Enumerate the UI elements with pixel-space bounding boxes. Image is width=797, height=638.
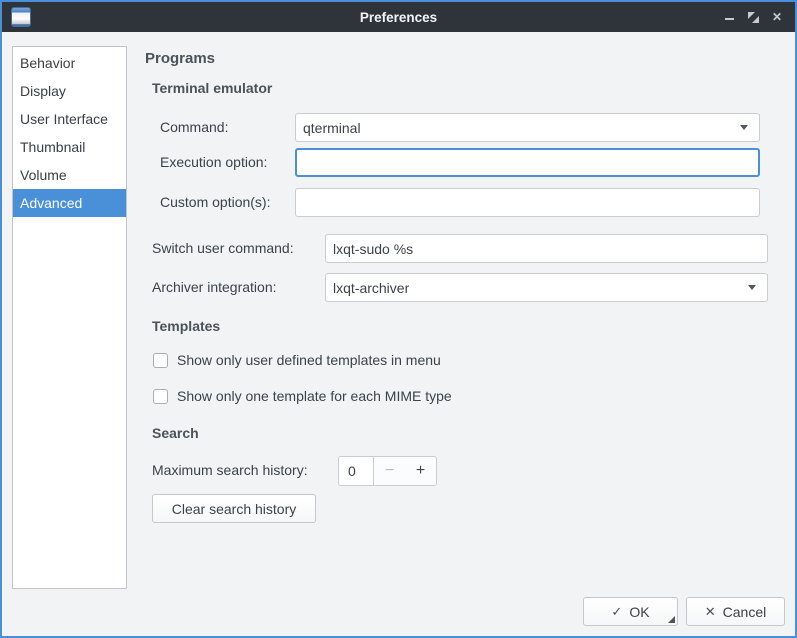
spin-increment-button[interactable]: +: [405, 457, 436, 485]
minimize-icon: [725, 18, 734, 20]
execution-option-label: Execution option:: [160, 148, 267, 177]
archiver-integration-value: lxqt-archiver: [333, 280, 748, 296]
cross-icon: ✕: [705, 604, 716, 620]
chevron-down-icon: [740, 125, 748, 130]
default-button-indicator: [668, 616, 675, 623]
preferences-window: Preferences ✕ Behavior Display User Inte…: [0, 0, 797, 638]
archiver-integration-combobox[interactable]: lxqt-archiver: [325, 273, 768, 302]
terminal-emulator-heading: Terminal emulator: [152, 80, 272, 96]
clear-search-history-button[interactable]: Clear search history: [152, 494, 316, 523]
templates-heading: Templates: [152, 318, 220, 334]
titlebar[interactable]: Preferences ✕: [2, 2, 795, 32]
show-user-templates-label: Show only user defined templates in menu: [177, 352, 441, 368]
max-search-history-value[interactable]: 0: [339, 457, 374, 485]
command-combobox[interactable]: qterminal: [295, 113, 760, 142]
sidebar-item-behavior[interactable]: Behavior: [13, 49, 126, 77]
cancel-button-label: Cancel: [723, 604, 767, 620]
command-label: Command:: [160, 113, 228, 142]
sidebar-item-user-interface[interactable]: User Interface: [13, 105, 126, 133]
search-heading: Search: [152, 425, 199, 441]
sidebar-item-advanced[interactable]: Advanced: [13, 189, 126, 217]
clear-search-history-label: Clear search history: [172, 501, 297, 517]
chevron-down-icon: [748, 285, 756, 290]
custom-options-input[interactable]: [295, 188, 760, 217]
close-button[interactable]: ✕: [765, 5, 789, 29]
minimize-button[interactable]: [717, 5, 741, 29]
checkbox-icon[interactable]: [153, 389, 168, 404]
max-search-history-spinbox[interactable]: 0 − +: [338, 456, 437, 486]
programs-heading: Programs: [145, 50, 215, 67]
maximize-button[interactable]: [741, 5, 765, 29]
one-template-per-mime-label: Show only one template for each MIME typ…: [177, 388, 452, 404]
close-icon: ✕: [772, 10, 782, 24]
sidebar: Behavior Display User Interface Thumbnai…: [12, 46, 127, 589]
execution-option-input[interactable]: [295, 148, 760, 177]
sidebar-item-display[interactable]: Display: [13, 77, 126, 105]
check-icon: ✓: [611, 604, 622, 620]
spin-decrement-button[interactable]: −: [374, 457, 405, 485]
archiver-integration-label: Archiver integration:: [152, 273, 277, 302]
ok-button-label: OK: [629, 604, 649, 620]
ok-button[interactable]: ✓ OK: [583, 597, 678, 626]
show-user-templates-checkbox-row[interactable]: Show only user defined templates in menu: [153, 352, 441, 368]
cancel-button[interactable]: ✕ Cancel: [686, 597, 785, 626]
window-title: Preferences: [2, 10, 795, 25]
dialog-content: Behavior Display User Interface Thumbnai…: [2, 32, 795, 636]
sidebar-item-thumbnail[interactable]: Thumbnail: [13, 133, 126, 161]
maximize-icon: [748, 12, 759, 23]
sidebar-item-volume[interactable]: Volume: [13, 161, 126, 189]
checkbox-icon[interactable]: [153, 353, 168, 368]
max-search-history-label: Maximum search history:: [152, 456, 308, 485]
titlebar-buttons: ✕: [717, 2, 789, 32]
one-template-per-mime-checkbox-row[interactable]: Show only one template for each MIME typ…: [153, 388, 452, 404]
switch-user-command-input[interactable]: [325, 234, 768, 263]
custom-options-label: Custom option(s):: [160, 188, 270, 217]
switch-user-command-label: Switch user command:: [152, 234, 294, 263]
command-value: qterminal: [303, 120, 740, 136]
